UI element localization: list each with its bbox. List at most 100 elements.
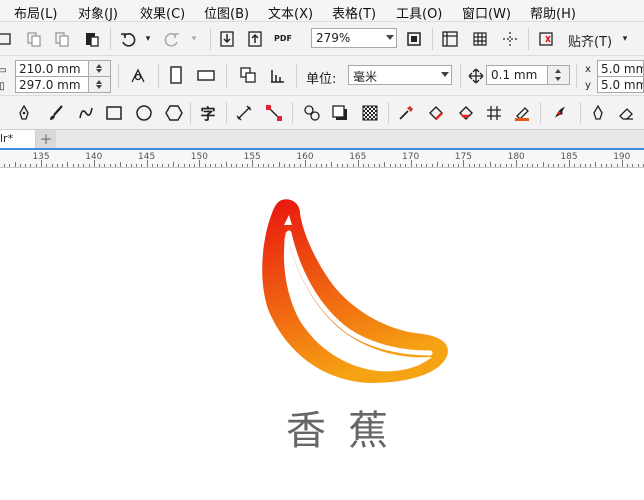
ruler-tick xyxy=(632,164,634,167)
drop-shadow-tool-icon[interactable] xyxy=(330,103,350,123)
separator xyxy=(296,64,297,88)
ruler-tick xyxy=(326,164,328,167)
blend-tool-icon[interactable] xyxy=(302,103,322,123)
export-icon[interactable] xyxy=(245,29,265,49)
ruler-tick xyxy=(30,164,32,167)
ruler-tick xyxy=(510,164,512,167)
ruler-tick xyxy=(241,164,243,167)
polygon-tool-icon[interactable] xyxy=(164,103,184,123)
page-width-stepper[interactable] xyxy=(89,60,111,77)
copy-icon[interactable] xyxy=(24,29,44,49)
menu-effects[interactable]: 效果(C) xyxy=(140,3,185,22)
chevron-down-icon[interactable]: ▾ xyxy=(184,29,204,49)
artwork-caption[interactable]: 香蕉 xyxy=(258,398,438,456)
page-width-field[interactable]: 210.0 mm xyxy=(15,60,89,77)
rectangle-tool-icon[interactable] xyxy=(104,103,124,123)
transparency-tool-icon[interactable] xyxy=(360,103,380,123)
ruler-tick xyxy=(373,164,375,167)
ruler-tick xyxy=(516,160,518,167)
ruler-tick xyxy=(574,164,576,167)
brush-tool-icon[interactable] xyxy=(46,103,66,123)
ruler-tick xyxy=(389,164,391,167)
eraser-tool-icon[interactable] xyxy=(616,103,636,123)
ruler-tick xyxy=(394,164,396,167)
add-tab-button[interactable]: + xyxy=(36,130,56,148)
redo-icon[interactable] xyxy=(162,29,182,49)
eyedropper-tool-icon[interactable] xyxy=(396,103,416,123)
menu-bitmaps[interactable]: 位图(B) xyxy=(204,3,249,22)
mesh-fill-icon[interactable] xyxy=(484,103,504,123)
ruler-tick xyxy=(178,164,180,167)
duplicate-y-field[interactable]: 5.0 mm xyxy=(597,76,644,93)
ruler-tick xyxy=(410,160,412,167)
ruler-tick xyxy=(600,164,602,167)
ruler-tick xyxy=(627,164,629,167)
grid-icon[interactable] xyxy=(470,29,490,49)
all-pages-icon[interactable] xyxy=(238,65,258,85)
ruler-tick xyxy=(357,160,359,167)
undo-icon[interactable] xyxy=(118,29,138,49)
chevron-down-icon xyxy=(441,72,449,77)
fill-tool-icon[interactable] xyxy=(426,103,446,123)
landscape-icon[interactable] xyxy=(196,65,216,85)
separator xyxy=(540,102,541,124)
menu-table[interactable]: 表格(T) xyxy=(332,3,376,22)
ruler-tick xyxy=(173,162,174,167)
menu-help[interactable]: 帮助(H) xyxy=(530,3,576,22)
ruler-tick xyxy=(62,164,64,167)
guidelines-icon[interactable] xyxy=(500,29,520,49)
ruler-tick xyxy=(273,164,275,167)
pdf-icon[interactable]: PDF xyxy=(273,28,293,48)
connector-tool-icon[interactable] xyxy=(264,103,284,123)
rulers-icon[interactable] xyxy=(440,29,460,49)
document-tab[interactable]: lr* xyxy=(0,130,36,148)
ellipse-tool-icon[interactable] xyxy=(134,103,154,123)
nudge-icon xyxy=(466,66,486,86)
full-screen-icon[interactable] xyxy=(404,29,424,49)
chevron-down-icon[interactable]: ▾ xyxy=(138,29,158,49)
outline-tool-icon[interactable] xyxy=(512,103,532,123)
separator xyxy=(210,28,211,50)
menu-text[interactable]: 文本(X) xyxy=(268,3,313,22)
curve-tool-icon[interactable] xyxy=(76,103,96,123)
ruler-tick xyxy=(405,164,407,167)
smart-fill-icon[interactable] xyxy=(456,103,476,123)
nudge-distance-stepper[interactable] xyxy=(548,65,570,85)
ruler-tick xyxy=(25,164,27,167)
ruler-tick xyxy=(278,162,280,167)
menu-tools[interactable]: 工具(O) xyxy=(396,3,442,22)
menu-window[interactable]: 窗口(W) xyxy=(462,3,511,22)
ruler-tick xyxy=(120,162,122,167)
import-icon[interactable] xyxy=(217,29,237,49)
pen-tool-icon[interactable] xyxy=(14,103,34,123)
page-size-icon[interactable] xyxy=(128,66,148,86)
text-tool-icon[interactable]: 字 xyxy=(198,103,218,123)
ruler-tick xyxy=(463,160,465,167)
cut-icon[interactable] xyxy=(0,29,14,49)
chevron-down-icon[interactable]: ▾ xyxy=(615,29,635,49)
menu-layout[interactable]: 布局(L) xyxy=(14,3,57,22)
units-select[interactable]: 毫米 xyxy=(348,65,452,85)
zoom-select[interactable]: 279% xyxy=(311,28,397,48)
page-height-field[interactable]: 297.0 mm xyxy=(15,76,89,93)
nudge-distance-field[interactable]: 0.1 mm xyxy=(486,65,548,85)
pen-icon[interactable] xyxy=(588,103,608,123)
dimension-tool-icon[interactable] xyxy=(234,103,254,123)
separator xyxy=(432,28,433,50)
ruler-tick xyxy=(136,164,137,167)
portrait-icon[interactable] xyxy=(166,65,186,85)
horizontal-ruler[interactable]: 135 140 145 150 155 160 165 170 175 180 185 190 xyxy=(0,150,644,168)
snap-off-icon[interactable] xyxy=(536,29,556,49)
copy2-icon[interactable] xyxy=(52,29,72,49)
menu-object[interactable]: 对象(J) xyxy=(78,3,118,22)
paste-icon[interactable] xyxy=(82,29,102,49)
page-height-stepper[interactable] xyxy=(89,76,111,93)
duplicate-x-field[interactable]: 5.0 mm xyxy=(597,60,644,77)
separator xyxy=(190,102,191,124)
ruler-tick xyxy=(590,164,592,167)
ruler-tick xyxy=(584,164,586,167)
ruler-tick xyxy=(495,164,497,167)
snap-to-dropdown[interactable]: 贴齐(T) xyxy=(568,31,612,50)
current-page-icon[interactable] xyxy=(268,65,288,85)
smear-tool-icon[interactable] xyxy=(550,103,570,123)
